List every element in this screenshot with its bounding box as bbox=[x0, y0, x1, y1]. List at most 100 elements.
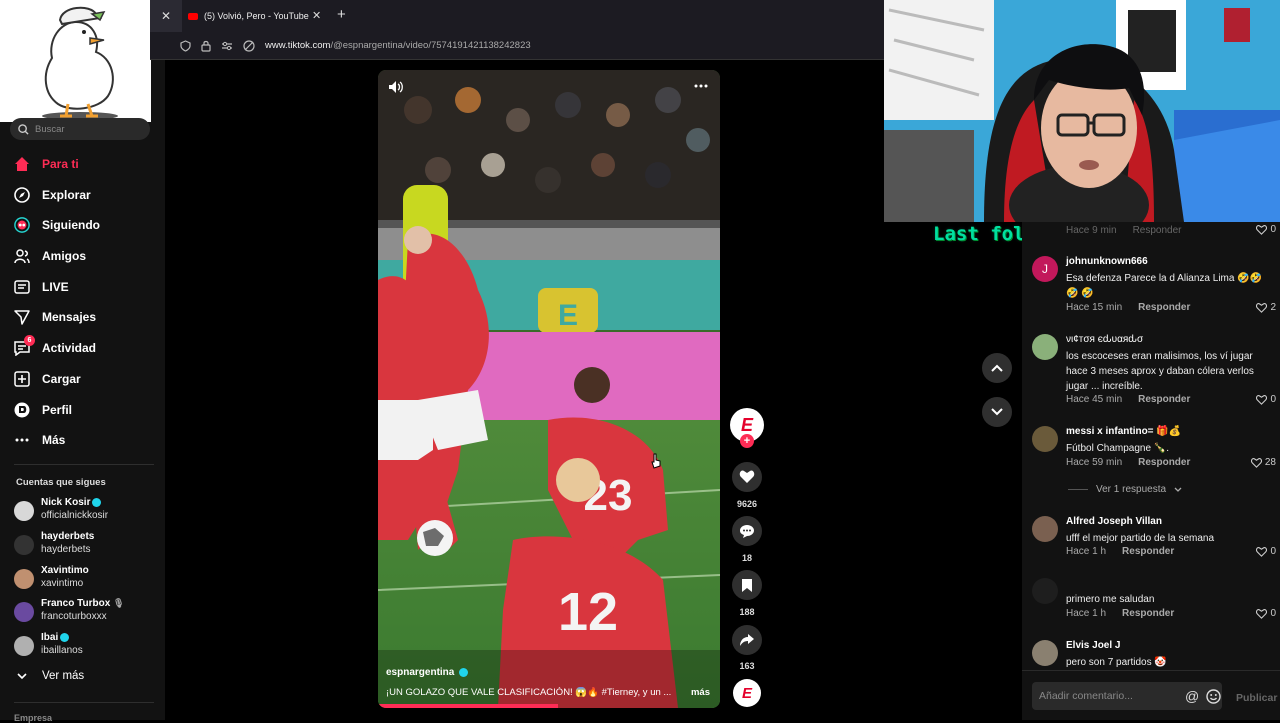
reply-button[interactable]: Responder bbox=[1138, 302, 1190, 313]
share-button[interactable] bbox=[732, 625, 762, 655]
account-handle: francoturboxxx bbox=[41, 611, 107, 622]
comment-user[interactable]: νι¢тσя єԃυαяԃσ bbox=[1066, 334, 1143, 345]
reply-button[interactable]: Responder bbox=[1122, 546, 1174, 557]
nav-label: Mensajes bbox=[42, 310, 97, 324]
see-more-button[interactable]: Ver más bbox=[14, 664, 154, 688]
chevron-down-icon bbox=[1174, 487, 1182, 492]
view-replies-label: Ver 1 respuesta bbox=[1096, 484, 1167, 495]
nav-mensajes[interactable]: Mensajes bbox=[14, 305, 154, 329]
espn-logo-icon: E bbox=[741, 684, 752, 702]
nav-label: Actividad bbox=[42, 341, 97, 355]
nav-label: Explorar bbox=[42, 188, 91, 202]
save-button[interactable] bbox=[732, 570, 762, 600]
close-tab-button[interactable]: ✕ bbox=[150, 0, 182, 32]
url-text: www.tiktok.com/@espnargentina/video/7574… bbox=[265, 40, 531, 51]
caption-more-button[interactable]: más bbox=[691, 687, 710, 698]
share-count: 163 bbox=[739, 661, 755, 671]
comment-meta: Hace 15 min Responder bbox=[1066, 302, 1190, 313]
reply-button[interactable]: Responder bbox=[1133, 225, 1182, 236]
more-options-icon[interactable] bbox=[694, 84, 708, 88]
nav-label: Para ti bbox=[42, 157, 79, 171]
avatar bbox=[1032, 640, 1058, 666]
tab-title: (5) Volvió, Pero - YouTube bbox=[204, 11, 309, 21]
follow-plus-button[interactable]: + bbox=[740, 434, 754, 448]
comment-like-button[interactable]: 28 bbox=[1250, 457, 1276, 468]
comment-user[interactable]: messi x infantino= 🎁💰 bbox=[1066, 426, 1181, 437]
following-account[interactable]: Nick Kosir officialnickkosir bbox=[14, 497, 154, 527]
nav-explorar[interactable]: Explorar bbox=[14, 183, 154, 207]
comment-text: pero son 7 partidos 🤡 bbox=[1066, 657, 1167, 668]
comment-button[interactable] bbox=[732, 516, 762, 546]
nav-actividad[interactable]: 6 Actividad bbox=[14, 335, 154, 360]
mention-icon[interactable]: @ bbox=[1185, 688, 1199, 704]
account-handle: hayderbets bbox=[41, 544, 91, 555]
heart-outline-icon bbox=[1256, 394, 1268, 405]
video-player[interactable]: E 23 12 espnargentina ¡UN GOLAZO QUE VAL… bbox=[378, 70, 720, 708]
following-account[interactable]: Franco Turbox 🎙 francoturboxxx bbox=[14, 598, 154, 628]
nav-siguiendo[interactable]: Siguiendo bbox=[14, 213, 154, 237]
emoji-icon[interactable] bbox=[1206, 689, 1221, 704]
nav-perfil[interactable]: Perfil bbox=[14, 398, 154, 422]
nav-cargar[interactable]: Cargar bbox=[14, 367, 154, 391]
bookmark-icon bbox=[742, 578, 752, 592]
account-name: Ibai bbox=[41, 632, 59, 643]
heart-outline-icon bbox=[1256, 546, 1268, 557]
browser-tab[interactable]: (5) Volvió, Pero - YouTube bbox=[180, 4, 330, 28]
search-icon bbox=[18, 123, 29, 135]
next-video-button[interactable] bbox=[982, 397, 1012, 427]
comment-like-button[interactable]: 0 bbox=[1256, 608, 1276, 619]
video-author[interactable]: espnargentina bbox=[386, 667, 469, 678]
reply-button[interactable]: Responder bbox=[1122, 608, 1174, 619]
heart-outline-icon bbox=[1256, 224, 1268, 235]
verified-icon bbox=[459, 667, 469, 677]
nav-live[interactable]: LIVE bbox=[14, 275, 154, 299]
following-account[interactable]: Ibai ibaillanos bbox=[14, 632, 154, 662]
sound-disc-button[interactable]: E bbox=[733, 679, 761, 707]
like-button[interactable] bbox=[732, 462, 762, 492]
comment-user[interactable]: johnunknown666 bbox=[1066, 256, 1148, 267]
comment-icon bbox=[740, 524, 754, 538]
previous-video-button[interactable] bbox=[982, 353, 1012, 383]
comment-like-button[interactable]: 0 bbox=[1256, 224, 1276, 235]
lock-icon bbox=[201, 40, 211, 52]
heart-outline-icon bbox=[1256, 302, 1268, 313]
view-replies-button[interactable]: Ver 1 respuesta bbox=[1068, 484, 1182, 495]
nav-mas[interactable]: Más bbox=[14, 428, 154, 452]
avatar bbox=[1032, 426, 1058, 452]
comment-text: Esa defenza Parece la d Alianza Lima 🤣🤣🤣… bbox=[1066, 273, 1263, 299]
publish-button[interactable]: Publicar bbox=[1236, 692, 1277, 704]
author-name: espnargentina bbox=[386, 667, 455, 678]
account-name: Franco Turbox bbox=[41, 598, 111, 609]
url-path: /@espnargentina/video/757419142113824282… bbox=[330, 40, 531, 51]
search-input[interactable]: Buscar bbox=[10, 118, 150, 140]
comment-like-button[interactable]: 0 bbox=[1256, 394, 1276, 405]
following-account[interactable]: hayderbets hayderbets bbox=[14, 531, 154, 561]
comment-like-button[interactable]: 2 bbox=[1256, 302, 1276, 313]
reply-button[interactable]: Responder bbox=[1138, 457, 1190, 468]
nav-label: Amigos bbox=[42, 249, 87, 263]
nav-para-ti[interactable]: Para ti bbox=[14, 152, 154, 176]
reply-button[interactable]: Responder bbox=[1138, 394, 1190, 405]
account-name-row: Ibai bbox=[41, 632, 70, 643]
comment-time: Hace 1 h bbox=[1066, 546, 1107, 557]
account-handle: xavintimo bbox=[41, 578, 84, 589]
volume-icon[interactable] bbox=[388, 80, 404, 94]
more-icon bbox=[14, 432, 30, 448]
input-divider bbox=[1022, 670, 1280, 671]
youtube-icon bbox=[188, 12, 198, 20]
comment-like-button[interactable]: 0 bbox=[1256, 546, 1276, 557]
close-icon[interactable]: ✕ bbox=[312, 9, 321, 22]
nav-amigos[interactable]: Amigos bbox=[14, 244, 154, 268]
nav-label: Siguiendo bbox=[42, 218, 100, 232]
like-count: 28 bbox=[1264, 457, 1276, 468]
url-bar[interactable]: www.tiktok.com/@espnargentina/video/7574… bbox=[150, 32, 885, 60]
verified-icon bbox=[60, 632, 70, 642]
comment-user[interactable]: Elvis Joel J bbox=[1066, 640, 1120, 651]
new-tab-button[interactable]: + bbox=[337, 6, 346, 23]
account-name: hayderbets bbox=[41, 531, 95, 542]
mouse-cursor-icon bbox=[651, 453, 661, 469]
avatar bbox=[1032, 578, 1058, 604]
following-account[interactable]: Xavintimo xavintimo bbox=[14, 565, 154, 595]
comment-user[interactable]: Alfred Joseph Villan bbox=[1066, 516, 1162, 527]
avatar bbox=[14, 569, 34, 589]
